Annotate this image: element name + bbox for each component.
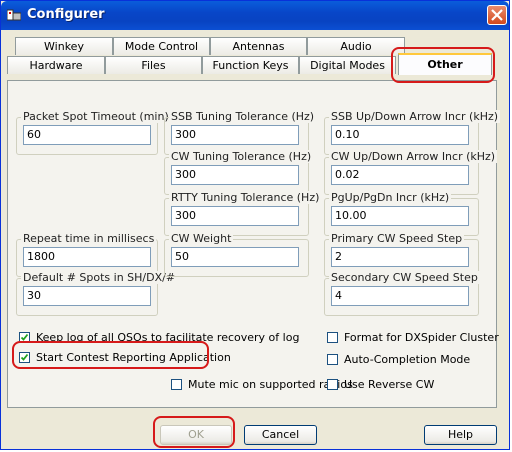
checkbox[interactable] [19,331,30,343]
tab-audio[interactable]: Audio [307,37,405,55]
secondary-cw-speed-step-input[interactable]: 4 [331,286,469,306]
use-reverse-cw-checkbox[interactable]: Use Reverse CW [327,377,434,391]
rtty-tuning-tolerance-group: RTTY Tuning Tolerance (Hz) 300 [164,191,322,236]
cw-weight-group: CW Weight 50 [164,232,309,277]
tab-label: Mode Control [124,40,199,53]
cw-tuning-tolerance-group: CW Tuning Tolerance (Hz) 300 [164,150,314,195]
configurer-window: Configurer Winkey Mode Control Antennas … [0,0,510,450]
tab-panel-other: Packet Spot Timeout (min) 60 Repeat time… [7,80,501,408]
checkmark-icon [20,353,29,361]
title-bar[interactable]: Configurer [1,1,509,30]
start-contest-reporting-checkbox[interactable]: Start Contest Reporting Application [19,350,231,364]
default-spots-input[interactable]: 30 [23,286,151,306]
tab-label: Other [427,58,463,71]
checkbox[interactable] [171,378,182,390]
format-dxspider-checkbox[interactable]: Format for DXSpider Cluster [327,330,499,344]
keep-log-checkbox[interactable]: Keep log of all QSOs to facilitate recov… [19,330,299,344]
pgup-pgdn-incr-group: PgUp/PgDn Incr (kHz) 10.00 [324,191,479,236]
checkbox[interactable] [327,353,338,365]
tab-label: Audio [340,40,372,53]
field-label: Packet Spot Timeout (min) [21,110,171,123]
secondary-cw-speed-step-group: Secondary CW Speed Step 4 [324,271,480,316]
field-label: SSB Tuning Tolerance (Hz) [169,110,317,123]
tab-files[interactable]: Files [105,56,202,74]
tab-hardware[interactable]: Hardware [7,56,105,74]
field-label: Secondary CW Speed Step [329,271,480,284]
repeat-time-input[interactable]: 1800 [23,247,151,267]
cw-updown-incr-group: CW Up/Down Arrow Incr (kHz) 0.02 [324,150,498,195]
tab-label: Function Keys [212,59,289,72]
checkbox-label: Format for DXSpider Cluster [344,330,499,344]
packet-spot-timeout-input[interactable]: 60 [23,125,151,145]
field-label: Default # Spots in SH/DX/# [21,271,178,284]
checkbox[interactable] [327,331,338,343]
ssb-tuning-tolerance-input[interactable]: 300 [171,125,299,145]
field-label: CW Tuning Tolerance (Hz) [169,150,314,163]
pgup-pgdn-incr-input[interactable]: 10.00 [331,206,469,226]
checkbox-label: Use Reverse CW [344,377,435,391]
field-label: Repeat time in millisecs [21,232,157,245]
window-title: Configurer [27,7,105,22]
packet-spot-timeout-group: Packet Spot Timeout (min) 60 [16,110,171,155]
checkbox-label: Start Contest Reporting Application [36,350,231,364]
ok-button[interactable]: OK [160,425,232,445]
app-icon [7,9,21,21]
tab-label: Hardware [29,59,83,72]
tab-mode-control[interactable]: Mode Control [113,37,210,55]
ssb-updown-incr-input[interactable]: 0.10 [331,125,469,145]
cw-tuning-tolerance-input[interactable]: 300 [171,165,299,185]
close-button[interactable] [487,5,507,25]
tab-label: Digital Modes [310,59,385,72]
cw-weight-input[interactable]: 50 [171,247,299,267]
field-label: PgUp/PgDn Incr (kHz) [329,191,452,204]
tab-label: Winkey [44,40,84,53]
auto-completion-checkbox[interactable]: Auto-Completion Mode [327,352,470,366]
checkbox[interactable] [327,378,338,390]
tab-antennas[interactable]: Antennas [210,37,307,55]
primary-cw-speed-step-input[interactable]: 2 [331,247,469,267]
checkbox-label: Keep log of all QSOs to facilitate recov… [36,330,300,344]
field-label: RTTY Tuning Tolerance (Hz) [169,191,322,204]
cw-updown-incr-input[interactable]: 0.02 [331,165,469,185]
default-spots-group: Default # Spots in SH/DX/# 30 [16,271,178,316]
tab-other[interactable]: Other [398,53,492,75]
close-icon [491,9,503,21]
tab-winkey[interactable]: Winkey [15,37,113,55]
field-label: SSB Up/Down Arrow Incr (kHz) [329,110,501,123]
field-label: CW Weight [169,232,234,245]
tab-label: Antennas [232,40,285,53]
mute-mic-checkbox[interactable]: Mute mic on supported radios [171,377,353,391]
rtty-tuning-tolerance-input[interactable]: 300 [171,206,299,226]
tab-digital-modes[interactable]: Digital Modes [299,56,396,74]
cancel-button[interactable]: Cancel [244,425,317,445]
checkbox-label: Auto-Completion Mode [344,352,471,366]
help-button[interactable]: Help [424,425,497,445]
field-label: Primary CW Speed Step [329,232,465,245]
checkmark-icon [20,333,29,341]
field-label: CW Up/Down Arrow Incr (kHz) [329,150,498,163]
tab-label: Files [141,59,166,72]
checkbox[interactable] [19,351,30,363]
tab-function-keys[interactable]: Function Keys [202,56,299,74]
